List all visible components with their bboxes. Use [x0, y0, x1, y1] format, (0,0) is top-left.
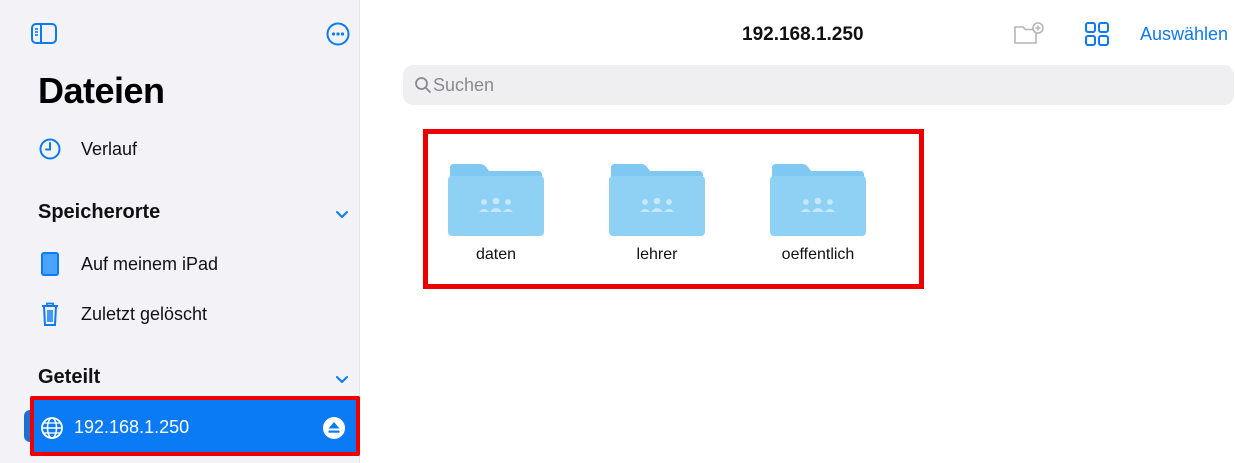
- sidebar-item-label: Auf meinem iPad: [81, 253, 219, 274]
- search-input[interactable]: [433, 65, 1213, 105]
- folder-name: oeffentlich: [781, 246, 855, 263]
- sidebar-item-recently-deleted[interactable]: Zuletzt gelöscht: [0, 294, 360, 334]
- sidebar-toggle-icon[interactable]: [30, 21, 60, 47]
- shared-folder-icon: [609, 164, 705, 236]
- select-button[interactable]: Auswählen: [1140, 24, 1228, 45]
- sidebar-item-label: 192.168.1.250: [74, 417, 190, 437]
- section-header-shared: Geteilt: [38, 366, 101, 388]
- grid-view-icon[interactable]: [1084, 21, 1110, 47]
- ipad-icon: [37, 251, 63, 277]
- new-folder-icon[interactable]: [1012, 20, 1048, 48]
- shared-folder-icon: [770, 164, 866, 236]
- folder-name: lehrer: [636, 246, 678, 263]
- shared-folder-icon: [448, 164, 544, 236]
- more-options-icon[interactable]: [325, 21, 351, 47]
- sidebar-panel: Dateien Verlauf Speicherorte Auf meinem …: [0, 0, 360, 463]
- sidebar-item-label: Zuletzt gelöscht: [81, 303, 208, 324]
- folder-item-lehrer[interactable]: lehrer: [587, 132, 727, 263]
- clock-icon: [37, 136, 63, 162]
- page-title: Dateien: [38, 70, 165, 111]
- folder-item-daten[interactable]: daten: [426, 132, 566, 263]
- folder-item-oeffentlich[interactable]: oeffentlich: [748, 132, 888, 263]
- eject-icon[interactable]: [321, 415, 347, 441]
- sidebar-item-shared-server[interactable]: 192.168.1.250: [30, 396, 360, 456]
- search-bar[interactable]: [403, 65, 1234, 105]
- trash-icon: [37, 301, 63, 327]
- chevron-down-icon[interactable]: [333, 208, 351, 220]
- sidebar-item-recents[interactable]: Verlauf: [0, 129, 360, 169]
- sidebar-item-on-my-ipad[interactable]: Auf meinem iPad: [0, 244, 360, 284]
- sidebar: Dateien Verlauf Speicherorte Auf meinem …: [0, 0, 378, 463]
- chevron-down-icon[interactable]: [333, 373, 351, 385]
- sidebar-item-shared-server-content[interactable]: 192.168.1.250: [34, 400, 356, 452]
- section-header-locations: Speicherorte: [38, 201, 161, 223]
- window-title: 192.168.1.250: [742, 24, 864, 45]
- sidebar-item-label: Verlauf: [81, 138, 138, 159]
- globe-icon: [40, 416, 64, 440]
- search-icon: [414, 76, 432, 94]
- folder-name: daten: [475, 246, 517, 263]
